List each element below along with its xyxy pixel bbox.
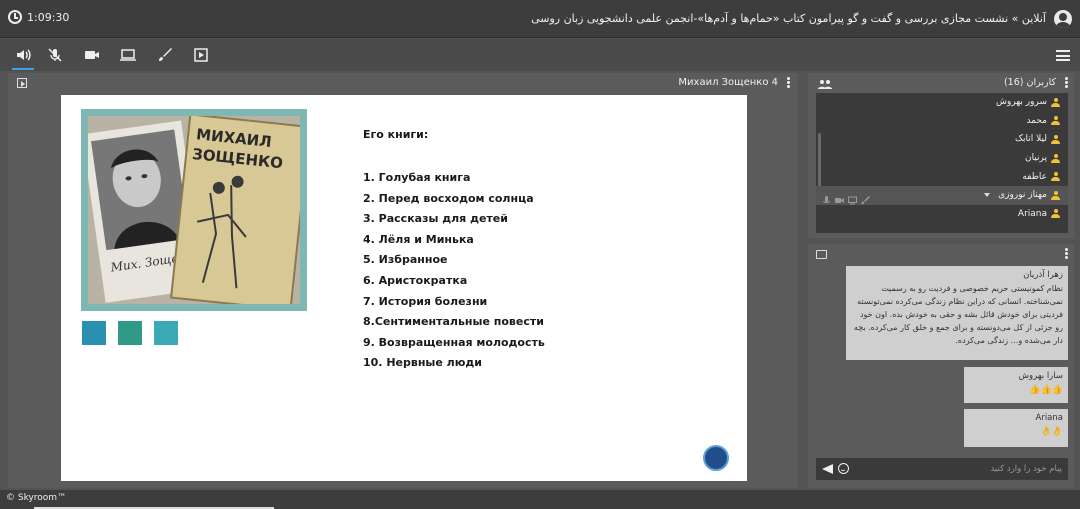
chat-messages: زهرا آذریان نظام کمونیستی حریم خصوصی و ف… [816, 266, 1068, 454]
screen-share-icon[interactable] [848, 190, 857, 205]
chat-header [808, 244, 1074, 264]
chat-message: Ariana 👌👌 [964, 409, 1068, 447]
user-icon [1051, 209, 1060, 219]
slide-logo-icon [703, 445, 729, 471]
emoji-icon[interactable] [838, 463, 849, 474]
presentation-icon[interactable] [192, 46, 210, 64]
top-bar: 1:09:30 آنلاین » نشست مجازی بررسی و گفت … [0, 0, 1080, 38]
chat-message: سارا بهروش 👍👍👍 [964, 367, 1068, 403]
user-icon [1051, 172, 1060, 182]
message-text: 👍👍👍 [1029, 385, 1063, 395]
brush-icon[interactable] [156, 46, 174, 64]
presentation-slide: Мих. Зощен МИХАИЛ ЗОЩЕНКО Его книги: 1. … [61, 95, 747, 481]
message-text: 👌👌 [1040, 427, 1063, 437]
book-item: 10. Нервные люди [363, 356, 482, 370]
user-name: لیلا اتابک [1015, 134, 1047, 145]
chat-icon [816, 250, 827, 259]
message-sender: سارا بهروش [1018, 371, 1063, 381]
copyright: © Skyroom™ [6, 493, 67, 503]
clock-icon [8, 10, 22, 24]
menu-icon[interactable] [1056, 50, 1070, 61]
book-item: 6. Аристократка [363, 273, 468, 287]
room-title: آنلاین » نشست مجازی بررسی و گفت و گو پیر… [531, 12, 1046, 25]
timer-text: 1:09:30 [27, 10, 70, 24]
book-item: 1. Голубая книга [363, 171, 471, 184]
camera-icon[interactable] [835, 190, 844, 203]
user-name: سرور بهروش [995, 97, 1047, 108]
user-icon [1051, 134, 1060, 144]
book-item: 8.Сентиментальные повести [363, 315, 544, 329]
more-options-icon[interactable] [787, 77, 790, 89]
book-item: 4. Лёля и Минька [363, 232, 474, 246]
books-heading: Его книги: [363, 128, 429, 141]
book-item: 9. Возвращенная молодость [363, 335, 545, 349]
user-row[interactable]: Ariana [816, 205, 1068, 224]
presentation-header: Михаил Зощенко 4 [8, 73, 798, 93]
thumbnail-3[interactable] [154, 321, 178, 345]
user-row[interactable]: عاطفه [816, 167, 1068, 186]
author-photo-illustration: Мих. Зощен МИХАИЛ ЗОЩЕНКО [88, 116, 300, 304]
users-list: سرور بهروش محمد لیلا اتابک پرنیان عاطفه … [816, 93, 1068, 233]
book-item: 3. Рассказы для детей [363, 212, 508, 226]
book-item: 5. Избранное [363, 253, 448, 267]
user-icon [1051, 97, 1060, 107]
chat-panel: زهرا آذریان نظام کمونیستی حریم خصوصی و ف… [808, 244, 1074, 488]
user-row-selected[interactable]: مهناز نوروزی [816, 185, 1068, 205]
user-row[interactable]: سرور بهروش [816, 93, 1068, 112]
more-options-icon[interactable] [1065, 248, 1068, 260]
user-icon [1051, 190, 1060, 200]
chat-message: زهرا آذریان نظام کمونیستی حریم خصوصی و ف… [846, 266, 1068, 360]
presentation-icon[interactable] [17, 78, 27, 88]
user-row[interactable]: پرنیان [816, 149, 1068, 168]
user-row[interactable]: لیلا اتابک [816, 130, 1068, 149]
thumbnail-2[interactable] [118, 321, 142, 345]
book-list: 1. Голубая книга 2. Перед восходом солнц… [363, 168, 545, 374]
thumbnail-1[interactable] [82, 321, 106, 345]
slide-photo-frame: Мих. Зощен МИХАИЛ ЗОЩЕНКО [81, 109, 307, 311]
users-panel: کاربران (16) سرور بهروش محمد لیلا اتابک … [808, 73, 1074, 238]
presentation-panel: Михаил Зощенко 4 Мих. Зощен МИХАИЛ ЗОЩЕН… [8, 73, 798, 488]
users-header: کاربران (16) [808, 73, 1074, 93]
user-row[interactable]: محمد [816, 112, 1068, 131]
mic-off-icon[interactable] [46, 46, 64, 64]
user-name: Ariana [1017, 208, 1047, 219]
users-title: کاربران (16) [1003, 77, 1056, 88]
message-text: نظام کمونیستی حریم خصوصی و فردیت رو به ر… [853, 284, 1063, 345]
message-sender: Ariana [1035, 413, 1063, 423]
screen-share-icon[interactable] [119, 46, 137, 64]
camera-icon[interactable] [83, 46, 101, 64]
user-name: پرنیان [1024, 153, 1047, 164]
chat-message-input[interactable] [862, 461, 1062, 477]
user-controls [822, 190, 870, 205]
user-name: عاطفه [1022, 171, 1047, 182]
chevron-down-icon[interactable] [984, 193, 991, 198]
message-sender: زهرا آذریان [1023, 270, 1063, 280]
account-icon[interactable] [1054, 10, 1072, 28]
session-timer: 1:09:30 [8, 10, 69, 24]
brush-icon[interactable] [861, 190, 870, 205]
user-name: مهناز نوروزی [998, 190, 1047, 201]
mic-icon[interactable] [822, 190, 831, 203]
more-options-icon[interactable] [1065, 77, 1068, 89]
speaker-icon[interactable] [12, 46, 34, 70]
user-name: محمد [1026, 115, 1047, 126]
footer: © Skyroom™ [0, 490, 1080, 509]
user-icon [1051, 116, 1060, 126]
media-toolbar [0, 39, 1080, 71]
author-photo: Мих. Зощен МИХАИЛ ЗОЩЕНКО [88, 116, 300, 304]
book-item: 7. История болезни [363, 294, 488, 308]
users-group-icon [818, 80, 832, 89]
chat-input-bar [816, 458, 1068, 480]
app-window: 1:09:30 آنلاین » نشست مجازی بررسی و گفت … [0, 0, 1080, 509]
user-icon [1051, 153, 1060, 163]
presentation-file-title: Михаил Зощенко 4 [678, 77, 778, 88]
slide-thumbnails [82, 321, 178, 345]
book-item: 2. Перед восходом солнца [363, 191, 534, 205]
send-icon[interactable] [822, 464, 833, 474]
